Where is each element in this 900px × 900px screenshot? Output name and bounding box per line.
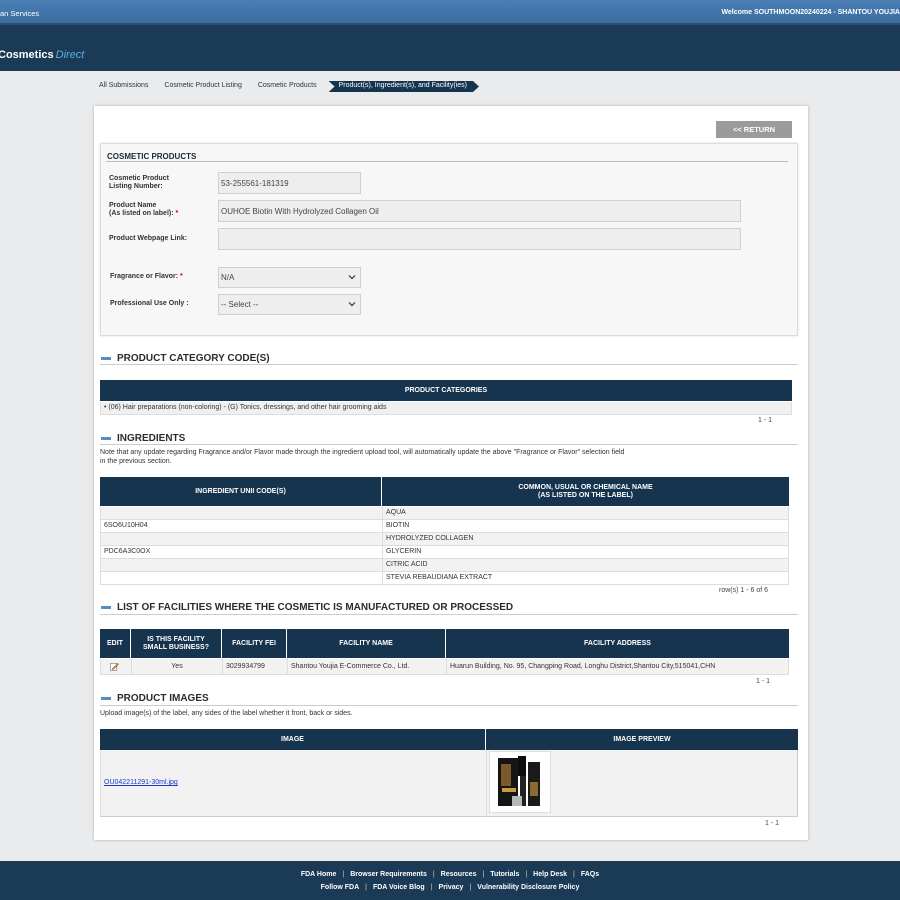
footer-link-help-desk[interactable]: Help Desk (533, 871, 567, 878)
app-header: Cosmetics Direct (0, 25, 900, 71)
footer-link-browser-requirements[interactable]: Browser Requirements (350, 871, 427, 878)
ingredient-name-cell: BIOTIN (382, 520, 789, 533)
professional-use-label: Professional Use Only : (110, 300, 189, 307)
webpage-link-field[interactable] (218, 228, 741, 250)
fei-cell: 3029934799 (222, 659, 287, 675)
divider (106, 161, 788, 162)
breadcrumb: All Submissions Cosmetic Product Listing… (95, 81, 487, 92)
pager: 1 - 1 (756, 678, 771, 685)
chevron-down-icon (348, 275, 356, 280)
facility-name-column-header: FACILITY NAME (287, 629, 445, 658)
footer-link-resources[interactable]: Resources (441, 871, 477, 878)
small-business-cell: Yes (131, 659, 222, 675)
footer-link-faqs[interactable]: FAQs (581, 871, 599, 878)
top-bar: an Services Welcome SOUTHMOON20240224 - … (0, 0, 900, 25)
ingredient-name-cell: AQUA (382, 507, 789, 520)
professional-use-select[interactable]: -- Select -- (218, 294, 361, 315)
welcome-text: Welcome SOUTHMOON20240224 - SHANTOU YOUJ… (721, 9, 900, 16)
brand-name: Cosmetics (0, 49, 54, 61)
fei-column-header: FACILITY FEI (222, 629, 286, 658)
footer-link-follow-fda[interactable]: Follow FDA (321, 884, 360, 891)
product-name-label: Product Name (As listed on label): * (109, 202, 179, 217)
footer-link-tutorials[interactable]: Tutorials (490, 871, 519, 878)
ingredients-section-header[interactable]: INGREDIENTS (101, 433, 185, 444)
footer-link-vulnerability-policy[interactable]: Vulnerability Disclosure Policy (477, 884, 579, 891)
ingredient-name-cell: CITRIC ACID (382, 559, 789, 572)
listing-number-field[interactable]: 53-255561-181319 (218, 172, 361, 194)
images-section-header[interactable]: PRODUCT IMAGES (101, 693, 209, 704)
pager: row(s) 1 - 6 of 6 (719, 587, 769, 594)
image-preview-column-header: IMAGE PREVIEW (486, 729, 798, 750)
category-section-header[interactable]: PRODUCT CATEGORY CODE(S) (101, 353, 270, 364)
ingredient-name-cell: HYDROLYZED COLLAGEN (382, 533, 789, 546)
product-box-image (498, 756, 540, 806)
product-name-field[interactable]: OUHOE Biotin With Hydrolyzed Collagen Oi… (218, 200, 741, 222)
divider (100, 444, 798, 445)
name-column-header: COMMON, USUAL OR CHEMICAL NAME (AS LISTE… (382, 477, 789, 506)
unii-column-header: INGREDIENT UNII CODE(S) (100, 477, 381, 506)
unii-cell (100, 559, 382, 572)
chevron-down-icon (348, 302, 356, 307)
divider (100, 614, 798, 615)
collapse-icon (101, 437, 111, 440)
pager: 1 - 1 (765, 820, 780, 827)
required-marker: * (175, 210, 179, 217)
edit-pencil-icon[interactable] (110, 662, 119, 671)
small-business-column-header: IS THIS FACILITY SMALL BUSINESS? (131, 629, 221, 658)
category-table-header: PRODUCT CATEGORIES (100, 380, 792, 401)
category-row: • (06) Hair preparations (non-coloring) … (100, 402, 792, 415)
facilities-section-header[interactable]: LIST OF FACILITIES WHERE THE COSMETIC IS… (101, 602, 513, 613)
ingredient-name-cell: STEVIA REBAUDIANA EXTRACT (382, 572, 789, 585)
image-file-link[interactable]: OU042211291-30ml.jpg (104, 779, 178, 786)
webpage-link-label: Product Webpage Link: (109, 235, 188, 242)
divider (100, 364, 798, 365)
footer-links-row-1: FDA Home | Browser Requirements | Resources |… (300, 871, 600, 878)
breadcrumb-current: Product(s), Ingredient(s), and Facility(… (329, 81, 479, 92)
ingredients-note: Note that any update regarding Fragrance… (100, 449, 625, 465)
return-button[interactable]: << RETURN (716, 121, 792, 138)
breadcrumb-cosmetic-products[interactable]: Cosmetic Products (254, 81, 321, 92)
footer-link-voice-blog[interactable]: FDA Voice Blog (373, 884, 425, 891)
fragrance-label: Fragrance or Flavor: * (110, 273, 183, 280)
unii-cell (100, 572, 382, 585)
listing-number-label: Cosmetic Product Listing Number: (109, 175, 169, 190)
images-note: Upload image(s) of the label, any sides … (100, 710, 353, 717)
pager: 1 - 1 (758, 417, 773, 424)
product-image-thumbnail[interactable] (489, 751, 551, 813)
collapse-icon (101, 357, 111, 360)
brand-suffix: Direct (55, 49, 85, 61)
breadcrumb-cosmetic-product-listing[interactable]: Cosmetic Product Listing (160, 81, 245, 92)
collapse-icon (101, 606, 111, 609)
collapse-icon (101, 697, 111, 700)
edit-column-header: EDIT (100, 629, 130, 658)
unii-cell (100, 533, 382, 546)
cosmetic-products-title: COSMETIC PRODUCTS (107, 152, 197, 161)
services-label[interactable]: an Services (0, 9, 39, 18)
unii-cell: 6SO6U10H04 (100, 520, 382, 533)
breadcrumb-all-submissions[interactable]: All Submissions (95, 81, 152, 92)
unii-cell: PDC6A3C0OX (100, 546, 382, 559)
fragrance-select[interactable]: N/A (218, 267, 361, 288)
footer-links-row-2: Follow FDA | FDA Voice Blog | Privacy | Vulner… (320, 884, 580, 891)
facility-name-cell: Shantou Youjia E-Commerce Co., Ltd. (287, 659, 446, 675)
image-column-header: IMAGE (100, 729, 485, 750)
required-marker: * (180, 273, 183, 280)
footer: FDA Home | Browser Requirements | Resources |… (0, 861, 900, 900)
ingredient-name-cell: GLYCERIN (382, 546, 789, 559)
footer-link-privacy[interactable]: Privacy (439, 884, 464, 891)
unii-cell (100, 507, 382, 520)
facility-address-column-header: FACILITY ADDRESS (446, 629, 789, 658)
divider (100, 705, 798, 706)
footer-link-fda-home[interactable]: FDA Home (301, 871, 337, 878)
app-logo[interactable]: Cosmetics Direct (0, 49, 84, 61)
facility-address-cell: Huarun Building, No. 95, Changping Road,… (446, 659, 789, 675)
